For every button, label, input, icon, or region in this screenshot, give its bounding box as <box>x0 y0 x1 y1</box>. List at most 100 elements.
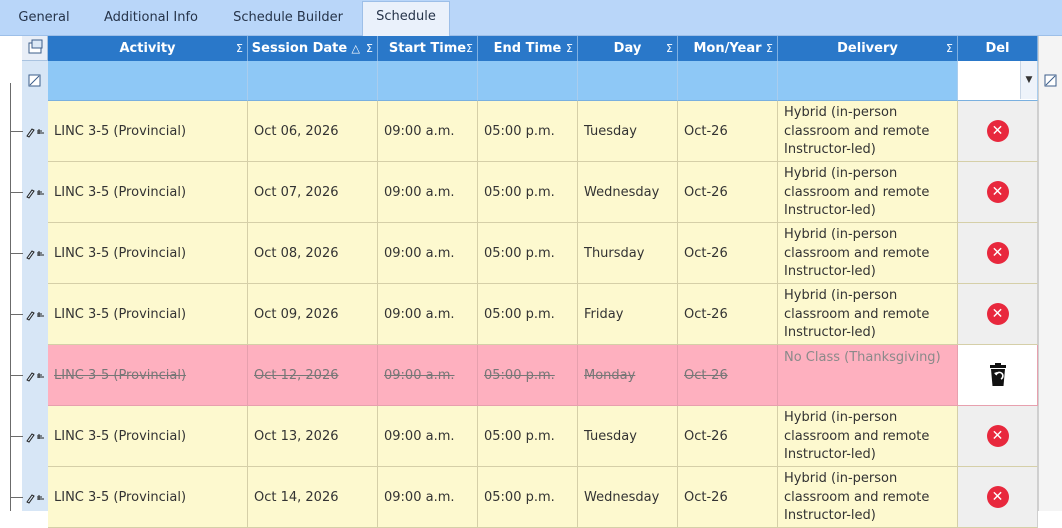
cell-mon-year[interactable]: Oct-26 <box>678 223 778 284</box>
cell-start-time[interactable]: 09:00 a.m. <box>378 284 478 345</box>
cell-mon-year[interactable]: Oct-26 <box>678 406 778 467</box>
sum-icon[interactable]: Σ <box>466 36 473 61</box>
edit-pencil-icon[interactable] <box>24 431 46 443</box>
cell-end-time[interactable]: 05:00 p.m. <box>478 467 578 528</box>
table-row[interactable]: LINC 3-5 (Provincial) Oct 07, 2026 09:00 a… <box>48 162 1058 223</box>
cell-end-time[interactable]: 05:00 p.m. <box>478 284 578 345</box>
filter-clear-icon[interactable] <box>1039 61 1062 101</box>
edit-pencil-icon[interactable] <box>24 492 46 504</box>
table-row[interactable]: LINC 3-5 (Provincial) Oct 08, 2026 09:00 a… <box>48 223 1058 284</box>
row-marker[interactable] <box>24 467 48 528</box>
column-chooser-button[interactable] <box>22 36 48 61</box>
edit-pencil-icon[interactable] <box>24 248 46 260</box>
delete-cell[interactable]: ✕ <box>958 162 1038 223</box>
edit-pencil-icon[interactable] <box>24 370 46 382</box>
cell-session-date[interactable]: Oct 07, 2026 <box>248 162 378 223</box>
filter-clear-button[interactable] <box>22 61 48 101</box>
delete-cell[interactable] <box>958 345 1038 406</box>
row-marker[interactable] <box>24 345 48 406</box>
delete-x-icon[interactable]: ✕ <box>986 181 1009 203</box>
table-row[interactable]: LINC 3-5 (Provincial) Oct 13, 2026 09:00 a… <box>48 406 1058 467</box>
cell-delivery[interactable]: Hybrid (in-person classroom and remote I… <box>778 284 958 345</box>
cell-mon-year[interactable]: Oct-26 <box>678 101 778 162</box>
column-header-mon-year[interactable]: Mon/Year Σ <box>678 36 778 61</box>
cell-activity[interactable]: LINC 3-5 (Provincial) <box>48 284 248 345</box>
tab-schedule[interactable]: Schedule <box>362 1 450 36</box>
cell-day[interactable]: Thursday <box>578 223 678 284</box>
cell-end-time[interactable]: 05:00 p.m. <box>478 162 578 223</box>
tab-schedule-builder[interactable]: Schedule Builder <box>222 3 354 35</box>
delete-cell[interactable]: ✕ <box>958 406 1038 467</box>
edit-pencil-icon[interactable] <box>24 309 46 321</box>
cell-end-time[interactable]: 05:00 p.m. <box>478 223 578 284</box>
filter-session-date[interactable] <box>248 61 378 101</box>
cell-start-time[interactable]: 09:00 a.m. <box>378 345 478 406</box>
cell-activity[interactable]: LINC 3-5 (Provincial) <box>48 101 248 162</box>
sum-icon[interactable]: Σ <box>236 36 243 61</box>
cell-day[interactable]: Wednesday <box>578 467 678 528</box>
filter-activity[interactable] <box>48 61 248 101</box>
sum-icon[interactable]: Σ <box>566 36 573 61</box>
cell-activity[interactable]: LINC 3-5 (Provincial) <box>48 467 248 528</box>
cell-delivery[interactable]: Hybrid (in-person classroom and remote I… <box>778 162 958 223</box>
filter-day[interactable] <box>578 61 678 101</box>
row-marker[interactable] <box>24 284 48 345</box>
cell-activity[interactable]: LINC 3-5 (Provincial) <box>48 162 248 223</box>
chevron-down-icon[interactable]: ▼ <box>1020 61 1037 99</box>
filter-start-time[interactable] <box>378 61 478 101</box>
filter-delivery[interactable] <box>778 61 958 101</box>
sum-icon[interactable]: Σ <box>946 36 953 61</box>
cell-start-time[interactable]: 09:00 a.m. <box>378 467 478 528</box>
cell-day[interactable]: Monday <box>578 345 678 406</box>
cell-session-date[interactable]: Oct 08, 2026 <box>248 223 378 284</box>
delete-cell[interactable]: ✕ <box>958 223 1038 284</box>
delete-x-icon[interactable]: ✕ <box>986 242 1009 264</box>
cell-mon-year[interactable]: Oct-26 <box>678 467 778 528</box>
filter-mon-year[interactable] <box>678 61 778 101</box>
column-header-delivery[interactable]: Delivery Σ <box>778 36 958 61</box>
cell-day[interactable]: Friday <box>578 284 678 345</box>
filter-end-time[interactable] <box>478 61 578 101</box>
table-row[interactable]: LINC 3-5 (Provincial) Oct 06, 2026 09:00 a… <box>48 101 1058 162</box>
table-row[interactable]: LINC 3-5 (Provincial) Oct 14, 2026 09:00 a… <box>48 467 1058 528</box>
cell-activity[interactable]: LINC 3-5 (Provincial) <box>48 406 248 467</box>
sum-icon[interactable]: Σ <box>366 36 373 61</box>
cell-mon-year[interactable]: Oct-26 <box>678 162 778 223</box>
cell-day[interactable]: Tuesday <box>578 406 678 467</box>
cell-start-time[interactable]: 09:00 a.m. <box>378 223 478 284</box>
row-marker[interactable] <box>24 223 48 284</box>
cell-mon-year[interactable]: Oct-26 <box>678 345 778 406</box>
cell-delivery[interactable]: Hybrid (in-person classroom and remote I… <box>778 223 958 284</box>
column-header-del[interactable]: Del <box>958 36 1038 61</box>
row-marker[interactable] <box>24 162 48 223</box>
cell-delivery[interactable]: Hybrid (in-person classroom and remote I… <box>778 467 958 528</box>
cell-start-time[interactable]: 09:00 a.m. <box>378 101 478 162</box>
cell-delivery[interactable]: No Class (Thanksgiving) <box>778 345 958 406</box>
cell-session-date[interactable]: Oct 12, 2026 <box>248 345 378 406</box>
column-header-day[interactable]: Day Σ <box>578 36 678 61</box>
delete-x-icon[interactable]: ✕ <box>986 303 1009 325</box>
delete-cell[interactable]: ✕ <box>958 467 1038 528</box>
edit-pencil-icon[interactable] <box>24 126 46 138</box>
cell-session-date[interactable]: Oct 14, 2026 <box>248 467 378 528</box>
cell-delivery[interactable]: Hybrid (in-person classroom and remote I… <box>778 101 958 162</box>
cell-session-date[interactable]: Oct 13, 2026 <box>248 406 378 467</box>
cell-end-time[interactable]: 05:00 p.m. <box>478 406 578 467</box>
delete-x-icon[interactable]: ✕ <box>986 486 1009 508</box>
cell-session-date[interactable]: Oct 06, 2026 <box>248 101 378 162</box>
column-header-session-date[interactable]: Session Date △ Σ <box>248 36 378 61</box>
column-header-activity[interactable]: Activity Σ <box>48 36 248 61</box>
cell-end-time[interactable]: 05:00 p.m. <box>478 101 578 162</box>
filter-del[interactable]: ▼ <box>958 61 1038 101</box>
cell-day[interactable]: Tuesday <box>578 101 678 162</box>
row-marker[interactable] <box>24 406 48 467</box>
tab-general[interactable]: General <box>6 3 82 35</box>
cell-activity[interactable]: LINC 3-5 (Provincial) <box>48 345 248 406</box>
cell-day[interactable]: Wednesday <box>578 162 678 223</box>
sum-icon[interactable]: Σ <box>666 36 673 61</box>
tab-additional-info[interactable]: Additional Info <box>90 3 212 35</box>
cell-delivery[interactable]: Hybrid (in-person classroom and remote I… <box>778 406 958 467</box>
column-header-end-time[interactable]: End Time Σ <box>478 36 578 61</box>
sum-icon[interactable]: Σ <box>766 36 773 61</box>
table-row[interactable]: LINC 3-5 (Provincial) Oct 09, 2026 09:00 a… <box>48 284 1058 345</box>
